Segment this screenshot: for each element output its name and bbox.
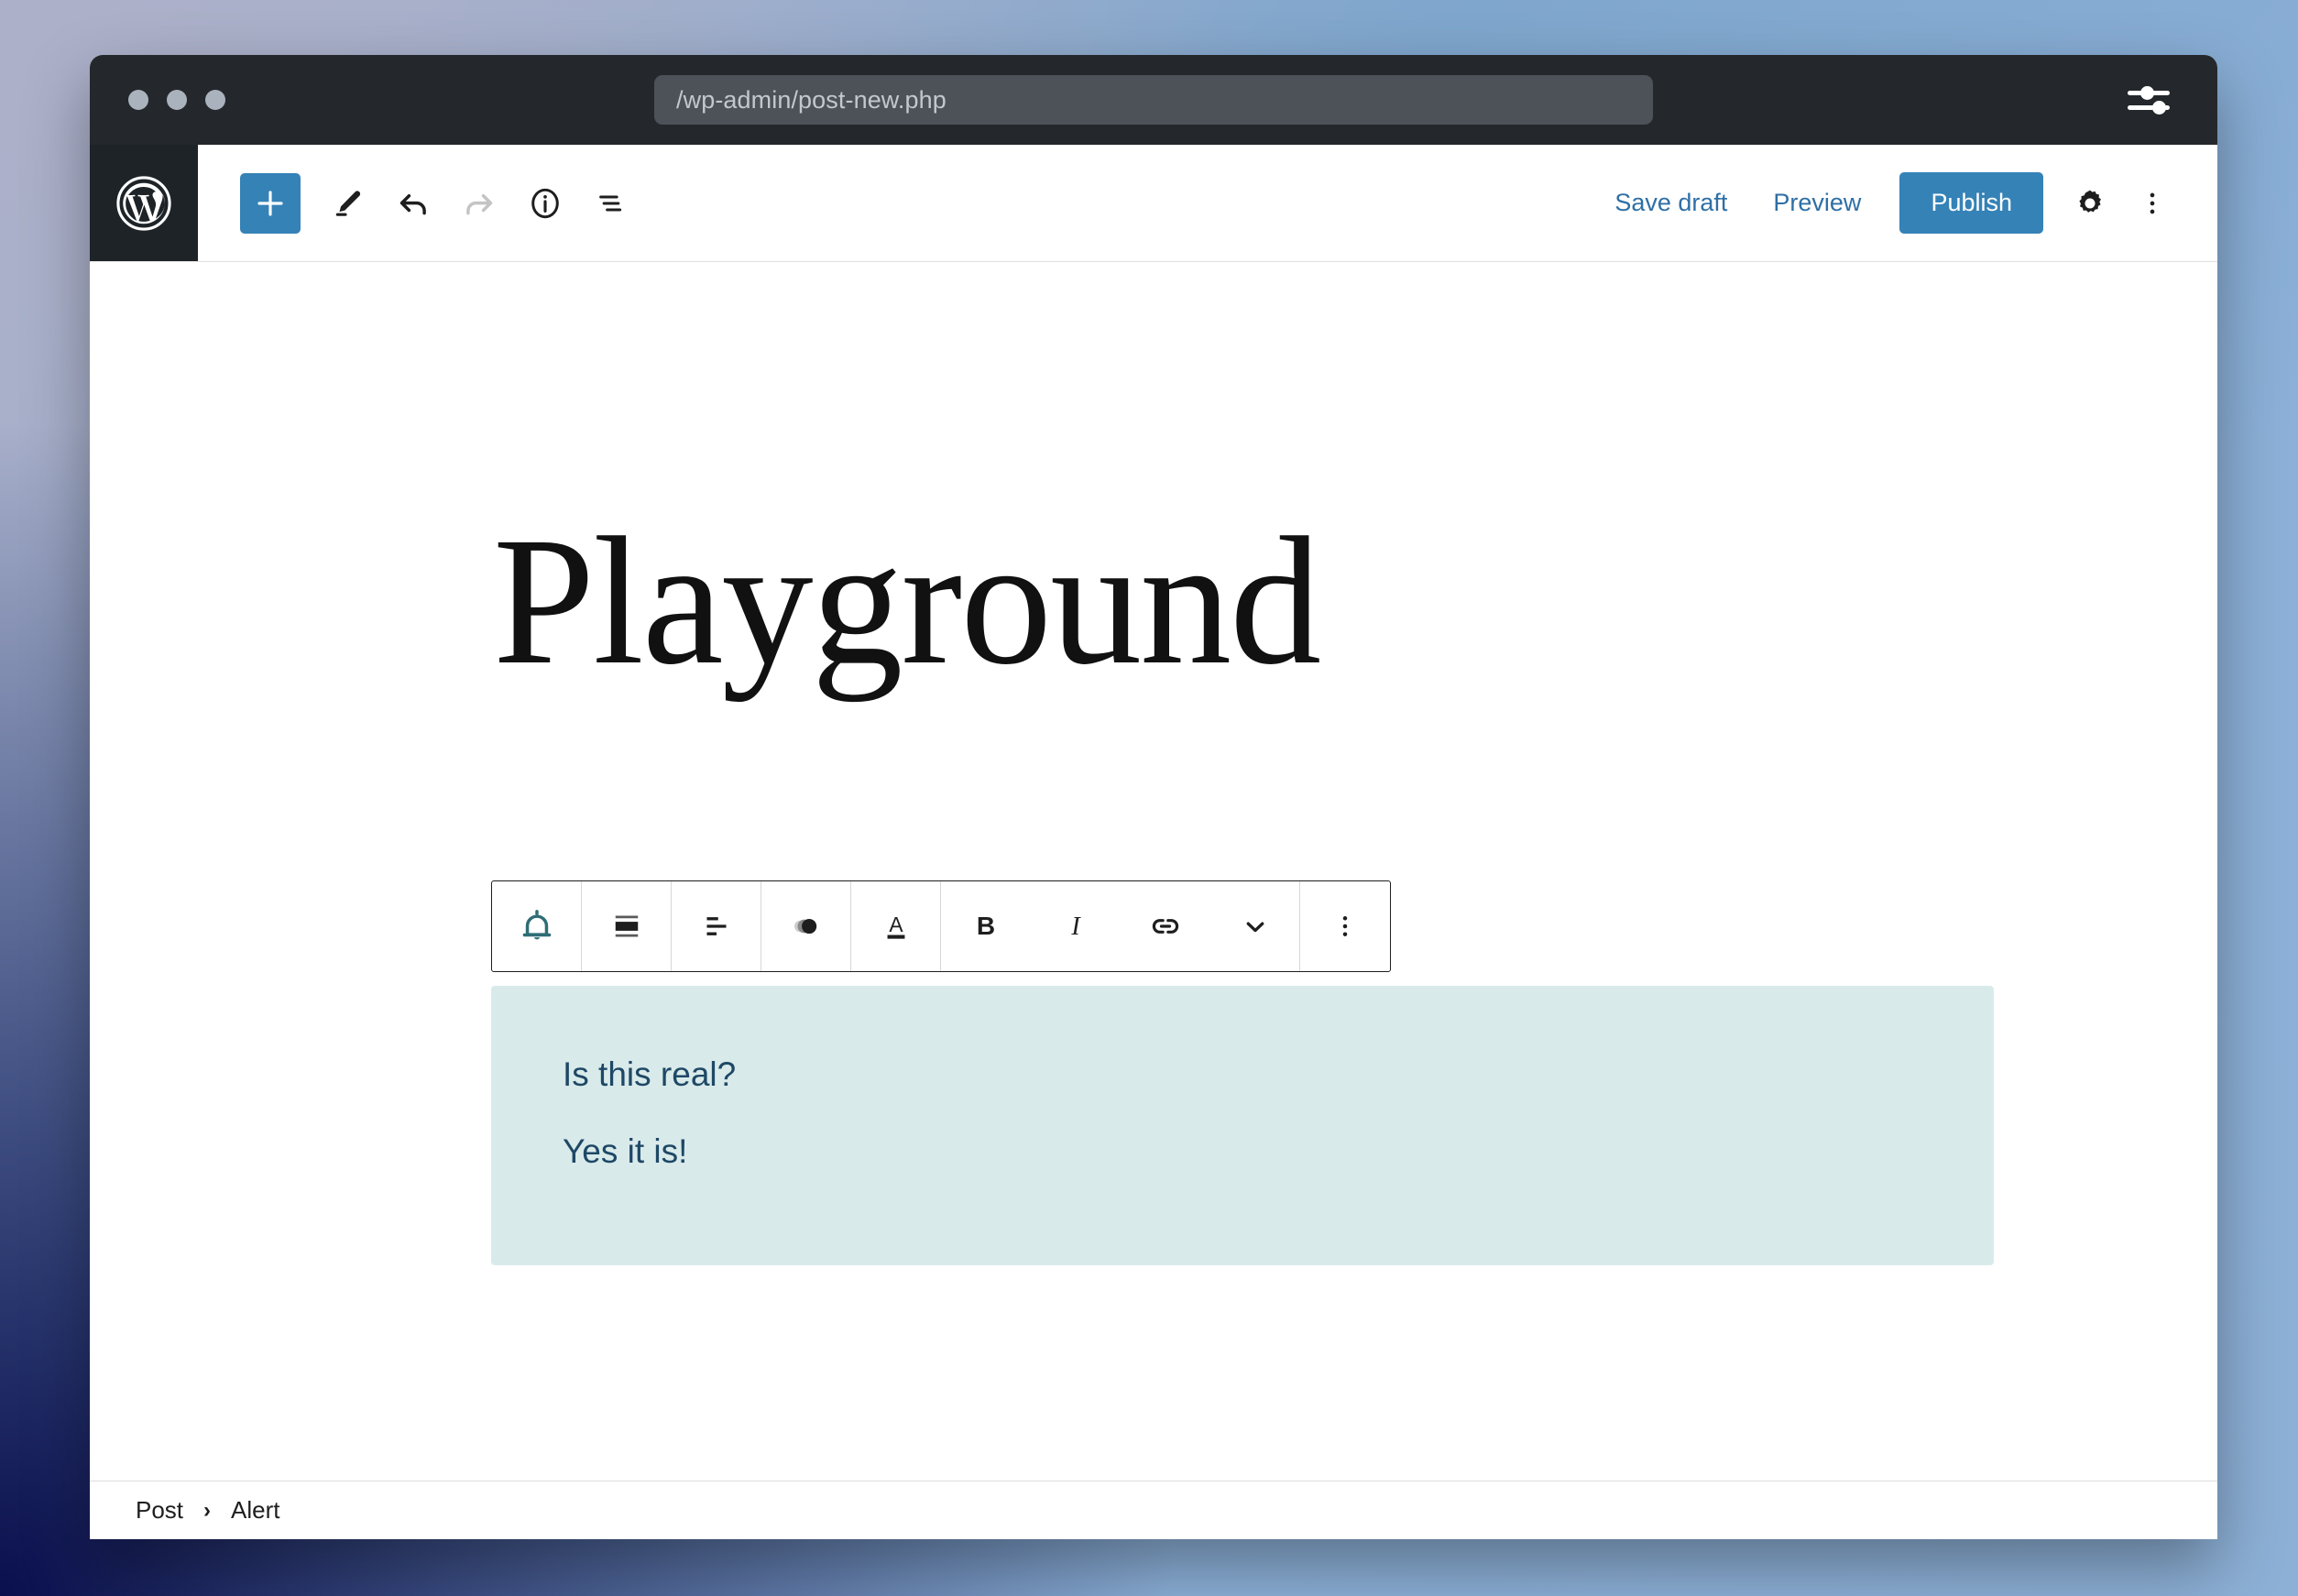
options-menu-three-dots-vertical-icon[interactable] (2124, 175, 2181, 232)
block-options-three-dots-vertical-icon[interactable] (1300, 881, 1390, 971)
slider-row-bottom (2128, 100, 2170, 115)
breadcrumb-item-post[interactable]: Post (136, 1496, 183, 1525)
breadcrumb-separator: › (203, 1497, 212, 1523)
traffic-light-controls (128, 90, 225, 110)
preview-button[interactable]: Preview (1753, 174, 1881, 232)
more-rich-text-chevron-down-icon[interactable] (1210, 881, 1300, 971)
alert-line[interactable]: Yes it is! (563, 1134, 1994, 1168)
svg-text:I: I (1070, 913, 1081, 941)
save-draft-button[interactable]: Save draft (1594, 174, 1747, 232)
list-view-button[interactable] (581, 173, 641, 234)
alert-line[interactable]: Is this real? (563, 1057, 1994, 1091)
slider-row-top (2128, 85, 2170, 100)
tools-button[interactable] (317, 173, 378, 234)
header-left-toolbar (198, 145, 641, 261)
close-dot[interactable] (128, 90, 148, 110)
bold-button[interactable]: B (941, 881, 1031, 971)
header-right-toolbar: Save draft Preview Publish (1594, 145, 2217, 261)
block-type-bell-button[interactable] (492, 881, 582, 971)
minimize-dot[interactable] (167, 90, 187, 110)
address-bar[interactable]: /wp-admin/post-new.php (654, 75, 1653, 125)
italic-button[interactable]: I (1031, 881, 1121, 971)
maximize-dot[interactable] (205, 90, 225, 110)
details-button[interactable] (515, 173, 575, 234)
block-alignment-button[interactable] (582, 881, 672, 971)
post-title[interactable]: Playground (493, 506, 1321, 698)
editor-canvas: Playground A B I Is this real? Yes it is… (90, 262, 2217, 1481)
svg-text:A: A (889, 913, 903, 936)
sliders-icon[interactable] (2128, 79, 2170, 121)
address-bar-text: /wp-admin/post-new.php (676, 85, 947, 114)
browser-window: /wp-admin/post-new.php Save draft Previe… (90, 55, 2217, 1539)
text-color-button[interactable]: A (851, 881, 941, 971)
gear-icon[interactable] (2062, 175, 2118, 232)
text-alignment-button[interactable] (672, 881, 761, 971)
add-block-button[interactable] (240, 172, 301, 234)
alert-block[interactable]: Is this real? Yes it is! (491, 986, 1994, 1265)
editor-header: Save draft Preview Publish (90, 145, 2217, 262)
link-button[interactable] (1121, 881, 1210, 971)
block-toolbar: A B I (491, 880, 1391, 972)
redo-button[interactable] (449, 173, 509, 234)
undo-button[interactable] (383, 173, 443, 234)
breadcrumb: Post › Alert (90, 1481, 2217, 1539)
wordpress-logo[interactable] (90, 145, 198, 261)
browser-titlebar: /wp-admin/post-new.php (90, 55, 2217, 145)
slider-knob (2151, 100, 2166, 115)
slider-knob (2139, 85, 2154, 100)
publish-button[interactable]: Publish (1899, 172, 2043, 234)
svg-text:B: B (977, 912, 995, 940)
contrast-toggle-button[interactable] (761, 881, 851, 971)
breadcrumb-item-alert[interactable]: Alert (231, 1496, 279, 1525)
